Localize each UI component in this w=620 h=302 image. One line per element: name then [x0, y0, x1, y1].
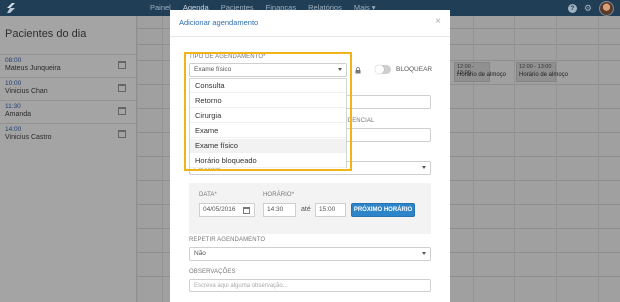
patient-name: Vinicius Castro — [5, 134, 52, 141]
patient-item[interactable]: 14:00 Vinicius Castro — [0, 123, 137, 146]
patient-item[interactable]: 08:00 Mateus Junqueira — [0, 54, 137, 77]
calendar-icon — [118, 84, 126, 92]
patients-sidebar: Pacientes do dia 08:00 Mateus Junqueira … — [0, 16, 137, 302]
calendar-icon[interactable] — [243, 207, 250, 214]
lunch-time: 12:00 - 13:00 — [519, 64, 552, 70]
close-icon[interactable]: × — [435, 16, 441, 27]
date-input-value: 04/05/2016 — [203, 206, 236, 213]
modal-title: Adicionar agendamento — [179, 18, 259, 27]
dropdown-option-cirurgia[interactable]: Cirurgia — [190, 109, 346, 123]
add-appointment-modal: Adicionar agendamento × TIPO DE AGENDAME… — [170, 10, 450, 302]
calendar-icon — [118, 107, 126, 115]
calendar-col-line — [162, 16, 163, 302]
dropdown-option-exame[interactable]: Exame — [190, 124, 346, 138]
calendar-icon — [118, 61, 126, 69]
chevron-down-icon — [422, 252, 426, 255]
calendar-col-line — [556, 16, 557, 302]
calendar-icon — [118, 130, 126, 138]
chevron-down-icon — [422, 166, 426, 169]
patient-time: 14:00 — [5, 126, 22, 133]
calendar-col-line — [598, 16, 599, 302]
sidebar-title: Pacientes do dia — [5, 28, 87, 40]
obs-input[interactable]: Escreva aqui alguma observação... — [189, 279, 431, 292]
patient-name: Vinicius Chan — [5, 88, 48, 95]
calendar-col-line — [514, 16, 515, 302]
lock-icon — [355, 67, 361, 74]
repetir-select-value: Não — [194, 250, 206, 257]
modal-header: Adicionar agendamento × — [170, 10, 450, 37]
lunch-block[interactable]: 12:00 - 13:00 Horário de almoço — [516, 62, 568, 82]
help-icon[interactable]: ? — [567, 3, 577, 13]
bloquear-toggle[interactable] — [375, 65, 391, 74]
dropdown-option-retorno[interactable]: Retorno — [190, 94, 346, 108]
user-avatar[interactable] — [599, 0, 614, 16]
patient-item[interactable]: 11:30 Amanda — [0, 100, 137, 123]
tipo-label: TIPO DE AGENDAMENTO* — [189, 54, 266, 60]
end-time-value: 15:00 — [319, 206, 336, 213]
horario-label: HORÁRIO* — [263, 192, 295, 198]
lunch-block[interactable]: 12:00 - 13:00 Horário de almoço — [454, 62, 506, 82]
patient-name: Mateus Junqueira — [5, 65, 61, 72]
chevron-down-icon — [338, 68, 342, 71]
app-logo-icon[interactable] — [4, 2, 18, 14]
bloquear-label: BLOQUEAR — [396, 66, 433, 73]
obs-label: OBSERVAÇÕES — [189, 269, 236, 275]
dropdown-option-exame-fisico[interactable]: Exame físico — [190, 139, 346, 153]
tipo-dropdown-list: Consulta Retorno Cirurgia Exame Exame fí… — [189, 78, 347, 168]
gear-icon[interactable]: ⚙ — [584, 3, 592, 13]
dropdown-option-consulta[interactable]: Consulta — [190, 79, 346, 93]
tipo-select[interactable]: Exame físico — [189, 63, 347, 77]
patient-time: 10:00 — [5, 80, 22, 87]
start-time-value: 14:30 — [267, 206, 284, 213]
repetir-select[interactable]: Não — [189, 247, 431, 261]
data-label: DATA* — [199, 192, 217, 198]
patient-time: 11:30 — [5, 103, 21, 110]
start-time-input[interactable]: 14:30 — [263, 203, 296, 217]
patient-time: 08:00 — [5, 57, 22, 64]
tipo-select-value: Exame físico — [194, 66, 232, 73]
lunch-label: Horário de almoço — [457, 72, 507, 78]
patient-name: Amanda — [5, 111, 32, 118]
next-time-button[interactable]: PRÓXIMO HORÁRIO — [351, 203, 415, 217]
calendar-col-line — [473, 16, 474, 302]
ate-label: até — [301, 206, 311, 213]
date-input[interactable]: 04/05/2016 — [199, 203, 255, 217]
lunch-label: Horário de almoço — [519, 72, 569, 78]
repetir-label: REPETIR AGENDAMENTO — [189, 237, 266, 243]
dropdown-option-horario-bloqueado[interactable]: Horário bloqueado — [190, 154, 346, 168]
patient-item[interactable]: 10:00 Vinicius Chan — [0, 77, 137, 100]
end-time-input[interactable]: 15:00 — [315, 203, 346, 217]
credencial-label: IDENCIAL — [346, 118, 375, 124]
top-icons: ? ⚙ — [567, 0, 614, 16]
obs-placeholder: Escreva aqui alguma observação... — [194, 283, 288, 289]
